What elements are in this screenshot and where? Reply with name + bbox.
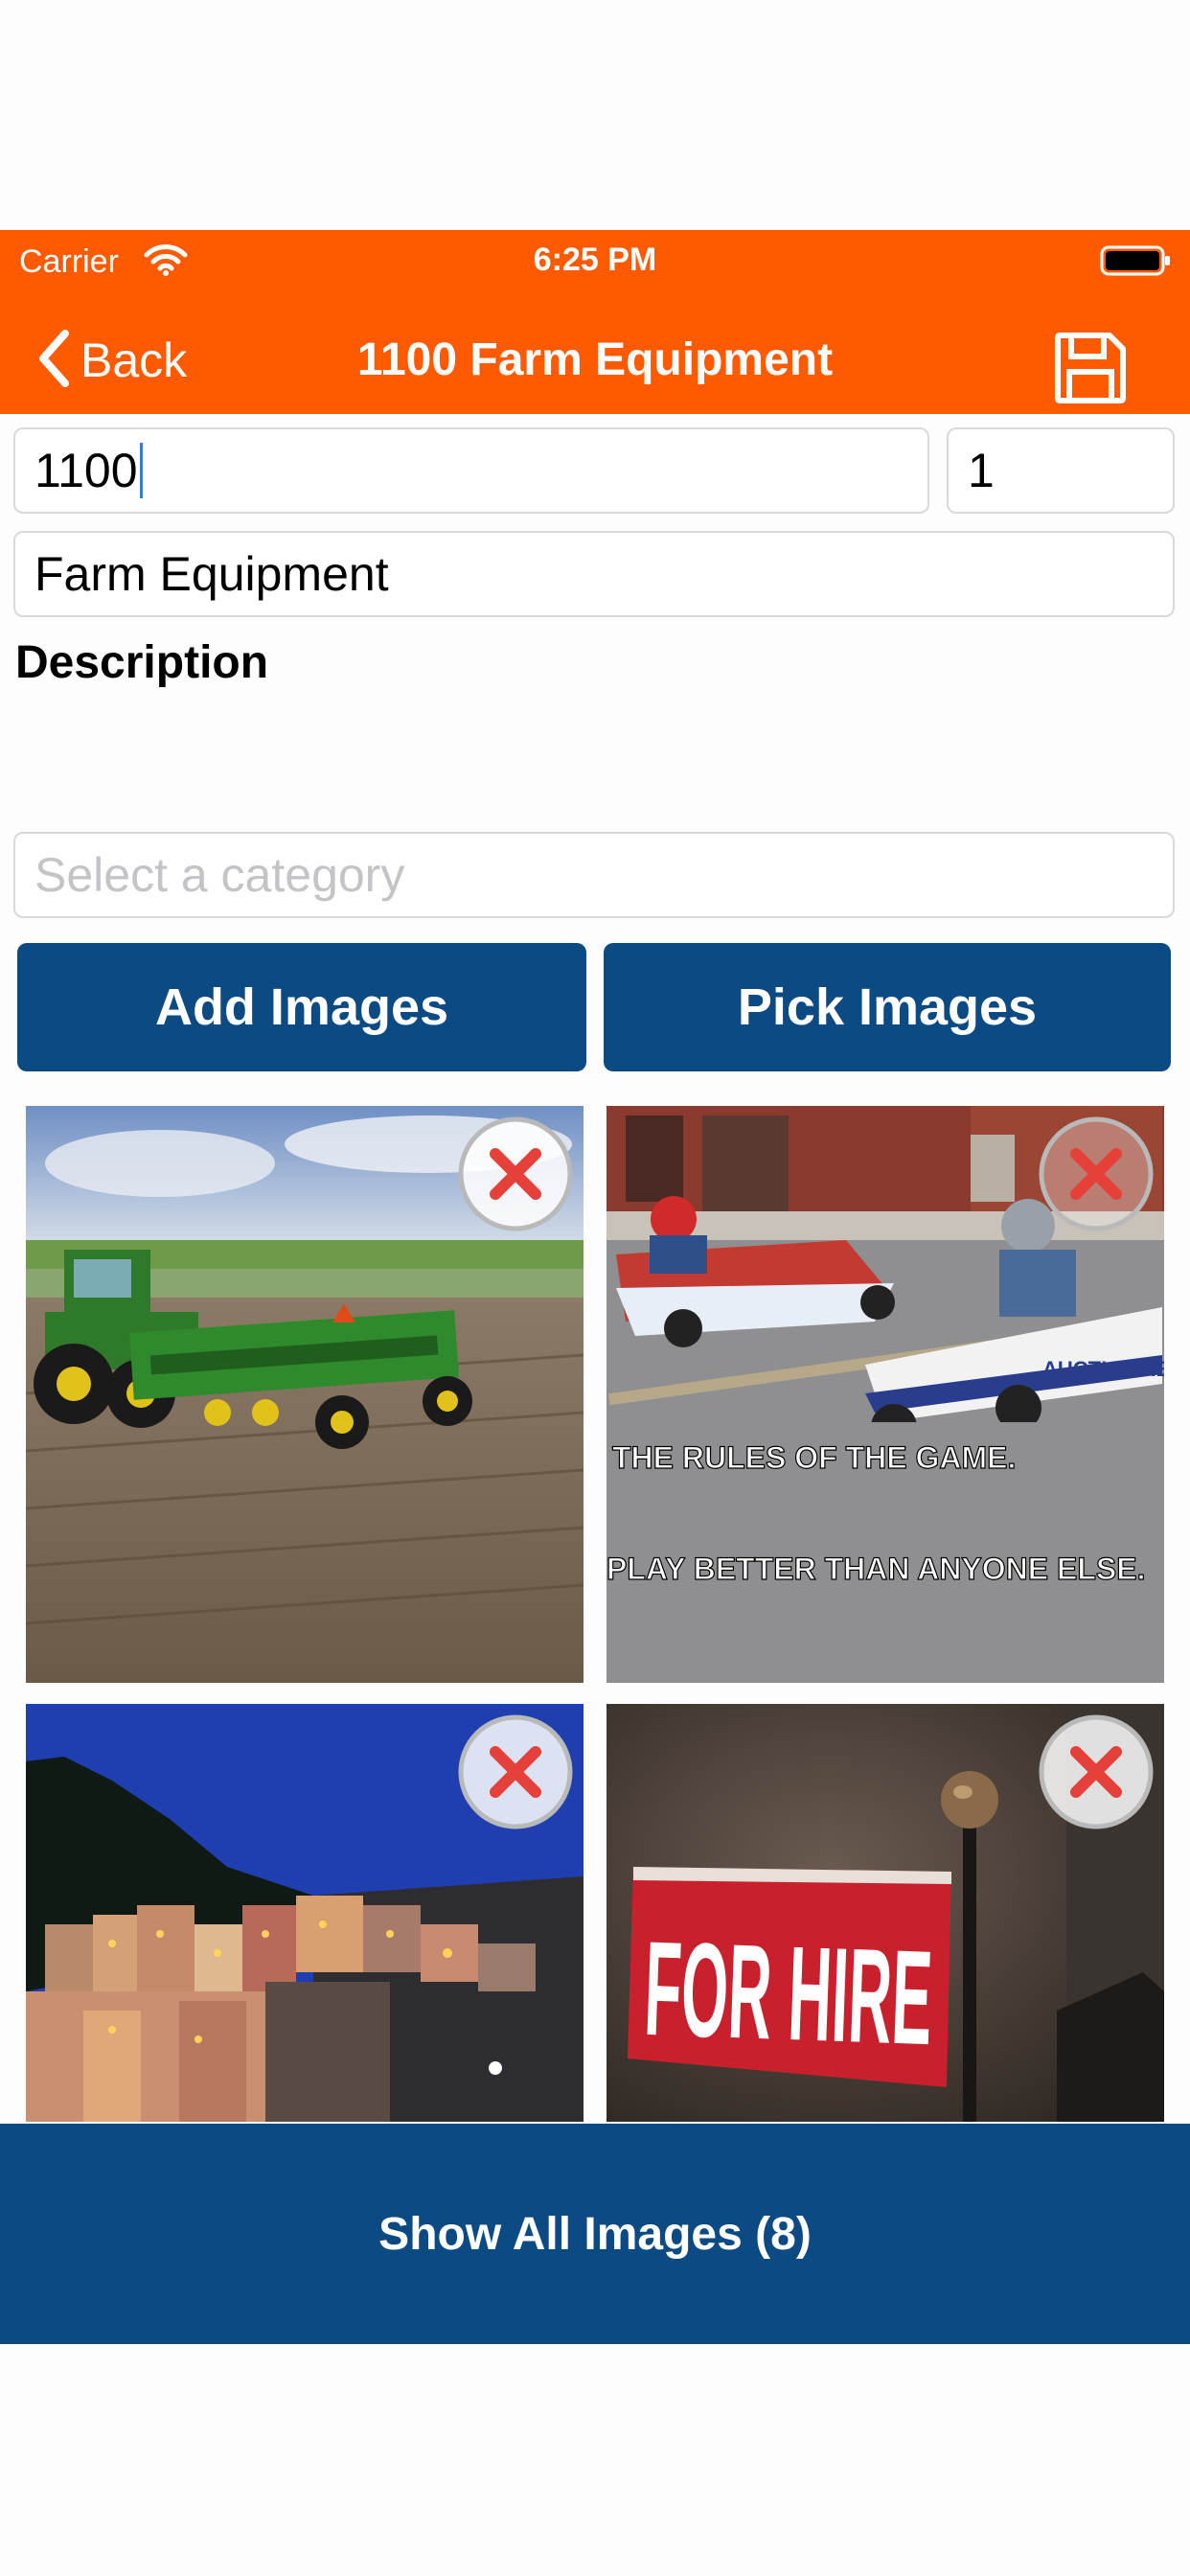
lot-number-value: 1100 xyxy=(34,444,138,497)
clock: 6:25 PM xyxy=(533,242,657,278)
quantity-value: 1 xyxy=(968,444,995,497)
category-select[interactable]: Select a category xyxy=(13,832,1175,918)
title-value: Farm Equipment xyxy=(34,547,389,601)
navigation-bar: Back 1100 Farm Equipment xyxy=(0,307,1190,414)
image-thumbnail-soapbox[interactable]: AUCTIONMETH THE RULES OF THE GAME. PLAY … xyxy=(606,1106,1164,1683)
image-caption-line-1: THE RULES OF THE GAME. xyxy=(612,1440,1016,1475)
save-button[interactable] xyxy=(1052,330,1131,408)
category-placeholder: Select a category xyxy=(34,848,405,902)
description-label: Description xyxy=(15,637,269,688)
remove-image-button[interactable] xyxy=(1038,1714,1155,1830)
text-cursor xyxy=(139,443,143,498)
remove-image-button[interactable] xyxy=(1038,1116,1155,1232)
image-thumbnail-tractor[interactable] xyxy=(26,1106,584,1683)
back-button[interactable]: Back xyxy=(36,324,187,397)
add-images-button[interactable]: Add Images xyxy=(17,943,586,1071)
quantity-field[interactable]: 1 xyxy=(947,427,1175,514)
title-field[interactable]: Farm Equipment xyxy=(13,531,1175,617)
back-button-label: Back xyxy=(80,334,188,387)
chevron-left-icon xyxy=(36,329,71,393)
close-icon xyxy=(457,1714,574,1834)
show-all-images-button[interactable]: Show All Images (8) xyxy=(0,2124,1190,2344)
close-icon xyxy=(457,1116,574,1236)
remove-image-button[interactable] xyxy=(457,1714,574,1830)
floppy-disk-icon xyxy=(1052,333,1129,410)
sign-text: FOR HIRE xyxy=(642,1913,934,2073)
remove-image-button[interactable] xyxy=(457,1116,574,1232)
image-thumbnail-village[interactable] xyxy=(26,1704,584,2122)
status-bar: Carrier 6:25 PM xyxy=(0,230,1190,307)
image-caption-line-2: PLAY BETTER THAN ANYONE ELSE. xyxy=(606,1552,1145,1586)
close-icon xyxy=(1038,1714,1155,1834)
pick-images-button[interactable]: Pick Images xyxy=(604,943,1171,1071)
close-icon xyxy=(1038,1116,1155,1236)
auction-logo-text: AUCTIONMETH xyxy=(1042,1357,1164,1381)
image-thumbnail-for-hire[interactable]: FOR HIRE xyxy=(606,1704,1164,2122)
lot-number-field[interactable]: 1100 xyxy=(13,427,929,514)
battery-icon xyxy=(1100,243,1173,283)
